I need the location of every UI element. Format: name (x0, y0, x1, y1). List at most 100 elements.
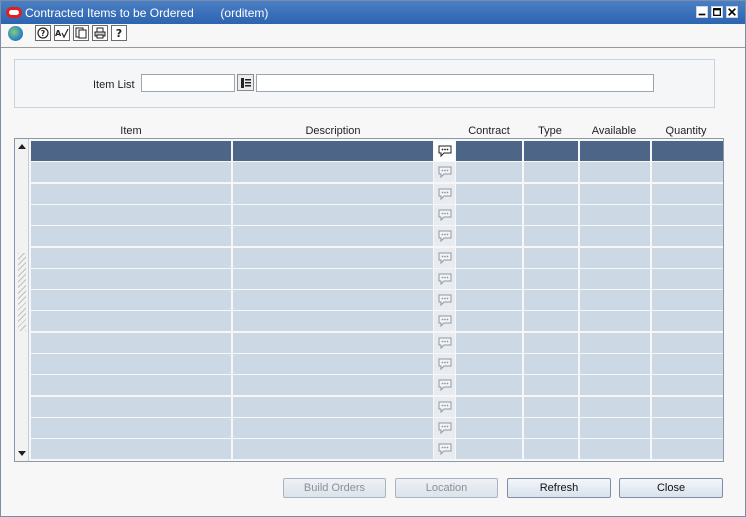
table-row[interactable] (31, 417, 723, 438)
type-cell[interactable] (524, 183, 578, 204)
title-bar[interactable]: Contracted Items to be Ordered (orditem) (1, 1, 745, 24)
type-cell[interactable] (524, 375, 578, 396)
type-cell[interactable] (524, 439, 578, 460)
help-about-icon[interactable]: ? (35, 25, 51, 41)
type-cell[interactable] (524, 204, 578, 225)
contract-cell[interactable] (456, 141, 522, 161)
refresh-button[interactable]: Refresh (507, 478, 611, 498)
quantity-cell[interactable] (652, 204, 723, 225)
description-cell[interactable] (233, 375, 433, 396)
item-cell[interactable] (31, 417, 231, 438)
item-cell[interactable] (31, 332, 231, 353)
type-cell[interactable] (524, 226, 578, 247)
available-cell[interactable] (580, 226, 650, 247)
table-row[interactable] (31, 375, 723, 396)
item-cell[interactable] (31, 375, 231, 396)
contract-cell[interactable] (456, 204, 522, 225)
available-cell[interactable] (580, 311, 650, 332)
contract-cell[interactable] (456, 311, 522, 332)
description-editor-button[interactable] (434, 204, 455, 225)
quantity-cell[interactable] (652, 375, 723, 396)
type-cell[interactable] (524, 141, 578, 161)
grid-scrollbar[interactable] (15, 139, 29, 461)
contract-cell[interactable] (456, 247, 522, 268)
contract-cell[interactable] (456, 183, 522, 204)
available-cell[interactable] (580, 162, 650, 183)
item-cell[interactable] (31, 162, 231, 183)
quantity-cell[interactable] (652, 396, 723, 417)
description-cell[interactable] (233, 396, 433, 417)
description-editor-button[interactable] (434, 354, 455, 374)
copy-icon[interactable] (73, 25, 89, 41)
location-button[interactable]: Location (395, 478, 498, 498)
table-row[interactable] (31, 204, 723, 225)
description-editor-button[interactable] (434, 226, 455, 247)
description-cell[interactable] (233, 311, 433, 332)
item-cell[interactable] (31, 141, 231, 161)
item-list-field[interactable] (141, 74, 235, 92)
type-cell[interactable] (524, 354, 578, 374)
description-cell[interactable] (233, 162, 433, 183)
description-cell[interactable] (233, 247, 433, 268)
contract-cell[interactable] (456, 439, 522, 460)
close-window-button[interactable] (726, 6, 738, 18)
item-cell[interactable] (31, 354, 231, 374)
description-editor-button[interactable] (434, 290, 455, 311)
quantity-cell[interactable] (652, 439, 723, 460)
description-cell[interactable] (233, 332, 433, 353)
table-row[interactable] (31, 141, 723, 161)
close-button[interactable]: Close (619, 478, 723, 498)
table-row[interactable] (31, 396, 723, 417)
description-cell[interactable] (233, 226, 433, 247)
table-row[interactable] (31, 268, 723, 289)
item-cell[interactable] (31, 226, 231, 247)
table-row[interactable] (31, 162, 723, 183)
type-cell[interactable] (524, 417, 578, 438)
available-cell[interactable] (580, 183, 650, 204)
description-editor-button[interactable] (434, 141, 455, 161)
description-cell[interactable] (233, 354, 433, 374)
description-cell[interactable] (233, 141, 433, 161)
description-cell[interactable] (233, 268, 433, 289)
available-cell[interactable] (580, 247, 650, 268)
description-editor-button[interactable] (434, 183, 455, 204)
item-cell[interactable] (31, 268, 231, 289)
table-row[interactable] (31, 290, 723, 311)
column-header-description[interactable]: Description (233, 125, 433, 137)
description-editor-button[interactable] (434, 396, 455, 417)
type-cell[interactable] (524, 396, 578, 417)
item-list-description-field[interactable] (256, 74, 654, 92)
scroll-up-button[interactable] (15, 139, 29, 153)
type-cell[interactable] (524, 290, 578, 311)
contract-cell[interactable] (456, 268, 522, 289)
table-row[interactable] (31, 226, 723, 247)
description-cell[interactable] (233, 204, 433, 225)
available-cell[interactable] (580, 268, 650, 289)
table-row[interactable] (31, 332, 723, 353)
description-cell[interactable] (233, 417, 433, 438)
table-row[interactable] (31, 354, 723, 374)
item-cell[interactable] (31, 290, 231, 311)
description-editor-button[interactable] (434, 332, 455, 353)
type-cell[interactable] (524, 311, 578, 332)
quantity-cell[interactable] (652, 162, 723, 183)
type-cell[interactable] (524, 332, 578, 353)
item-list-input[interactable] (142, 75, 234, 91)
table-row[interactable] (31, 247, 723, 268)
contract-cell[interactable] (456, 332, 522, 353)
description-editor-button[interactable] (434, 311, 455, 332)
column-header-quantity[interactable]: Quantity (651, 125, 721, 137)
quantity-cell[interactable] (652, 290, 723, 311)
available-cell[interactable] (580, 354, 650, 374)
item-cell[interactable] (31, 311, 231, 332)
type-cell[interactable] (524, 268, 578, 289)
spell-check-icon[interactable]: A (54, 25, 70, 41)
quantity-cell[interactable] (652, 226, 723, 247)
available-cell[interactable] (580, 396, 650, 417)
item-cell[interactable] (31, 183, 231, 204)
contract-cell[interactable] (456, 354, 522, 374)
available-cell[interactable] (580, 439, 650, 460)
contract-cell[interactable] (456, 417, 522, 438)
scroll-down-button[interactable] (15, 447, 29, 461)
item-list-lov-button[interactable] (237, 74, 254, 91)
